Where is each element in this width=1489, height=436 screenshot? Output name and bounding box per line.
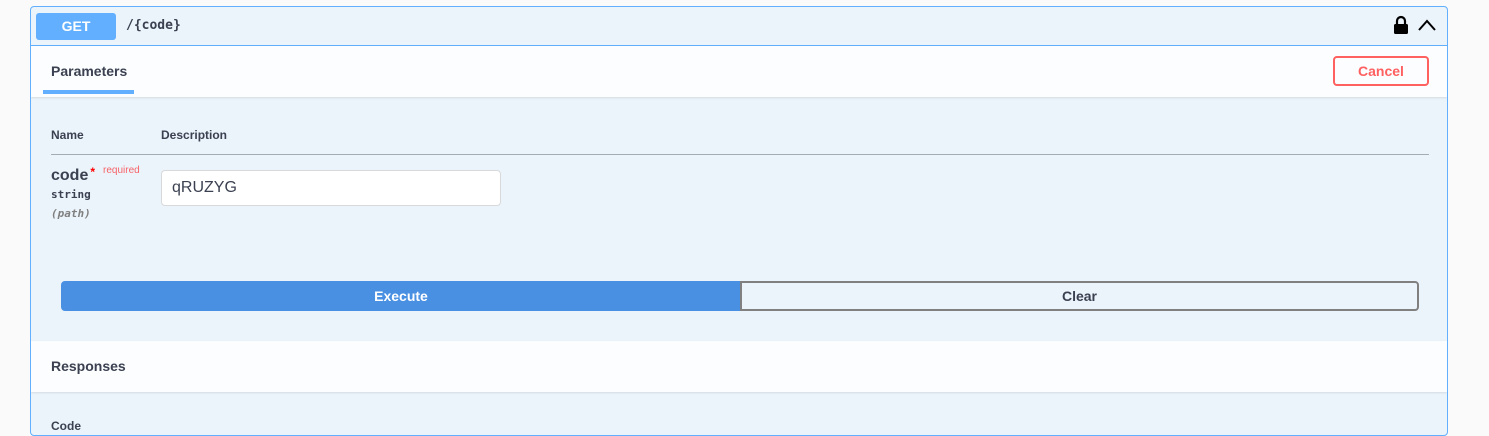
parameter-name: code * [51,165,95,185]
column-header-description: Description [161,128,228,142]
responses-header: Responses [31,341,1447,392]
required-label: required [103,165,140,176]
operation-path: /{code} [126,18,181,33]
operation-block: GET /{code} Parameters Cancel Name Descr… [30,6,1448,436]
responses-code-label: Code [51,419,81,433]
lock-icon[interactable] [1393,15,1409,35]
chevron-up-icon[interactable] [1416,17,1438,33]
parameter-location: (path) [51,207,91,220]
table-header-divider [51,154,1429,155]
execute-wrapper: Execute Clear [61,281,1419,311]
responses-title: Responses [51,358,126,374]
parameter-name-text: code [51,167,89,184]
code-input[interactable] [161,170,501,206]
required-marker: * [90,165,96,179]
method-badge: GET [36,13,116,40]
cancel-button[interactable]: Cancel [1333,56,1429,86]
tab-parameters[interactable]: Parameters [51,63,127,79]
column-header-name: Name [51,128,84,142]
tab-active-indicator [43,90,134,94]
parameters-header: Parameters Cancel [31,46,1447,97]
parameter-type: string [51,188,91,201]
clear-button[interactable]: Clear [740,281,1419,311]
operation-summary[interactable]: GET /{code} [31,7,1447,46]
execute-button[interactable]: Execute [61,281,741,311]
